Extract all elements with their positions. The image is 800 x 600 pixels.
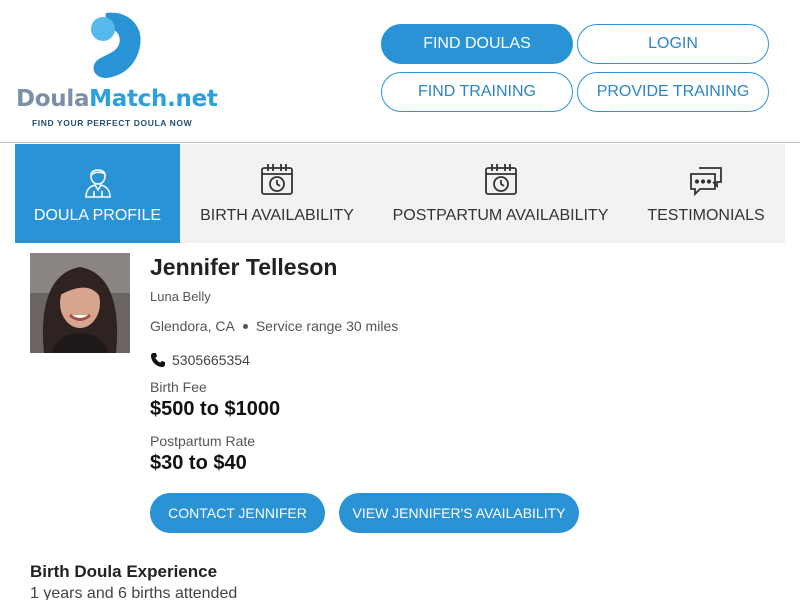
portrait-image (30, 253, 130, 353)
tab-testimonials[interactable]: TESTIMONIALS (627, 144, 785, 243)
postpartum-rate-label: Postpartum Rate (150, 433, 256, 449)
logo-tagline: FIND YOUR PERFECT DOULA NOW (32, 118, 193, 128)
separator-dot (242, 323, 248, 329)
find-training-button[interactable]: FIND TRAINING (381, 72, 573, 112)
experience-heading: Birth Doula Experience (30, 562, 218, 581)
profile-tabs: DOULA PROFILE BIRTH AVAILABILITY POSTPAR… (15, 144, 785, 243)
tab-postpartum-availability[interactable]: POSTPARTUM AVAILABILITY (374, 144, 627, 243)
tab-birth-availability[interactable]: BIRTH AVAILABILITY (180, 144, 374, 243)
chat-bubbles-icon (690, 167, 722, 197)
view-availability-button[interactable]: VIEW JENNIFER'S AVAILABILITY (339, 493, 579, 533)
birth-fee-label: Birth Fee (150, 379, 207, 395)
phone-number[interactable]: 5305665354 (172, 352, 250, 368)
tab-label: BIRTH AVAILABILITY (200, 207, 354, 224)
experience-text: 1 years and 6 births attended (30, 585, 238, 600)
logo-wordmark[interactable]: DoulaMatch.net (16, 86, 218, 112)
tab-label: TESTIMONIALS (647, 207, 765, 224)
birth-fee-value: $500 to $1000 (150, 398, 281, 420)
contact-jennifer-button[interactable]: CONTACT JENNIFER (150, 493, 325, 533)
provide-training-button[interactable]: PROVIDE TRAINING (577, 72, 769, 112)
location-text: Glendora, CA (150, 318, 235, 334)
phone-icon (151, 353, 165, 367)
service-range-text: Service range 30 miles (255, 318, 399, 334)
doula-name: Jennifer Telleson (150, 254, 338, 280)
doula-person-icon (84, 169, 111, 198)
postpartum-rate-value: $30 to $40 (150, 452, 247, 474)
phone-link[interactable]: 5305665354 (150, 352, 250, 368)
calendar-clock-icon (261, 164, 293, 195)
tab-label: POSTPARTUM AVAILABILITY (392, 207, 609, 224)
business-name: Luna Belly (150, 289, 211, 304)
login-button[interactable]: LOGIN (577, 24, 769, 64)
location-row: Glendora, CA Service range 30 miles (150, 318, 398, 334)
site-header: DoulaMatch.net FIND YOUR PERFECT DOULA N… (0, 0, 800, 143)
tab-doula-profile[interactable]: DOULA PROFILE (15, 144, 180, 243)
calendar-clock-icon (484, 164, 517, 195)
find-doulas-button[interactable]: FIND DOULAS (381, 24, 573, 64)
tab-label: DOULA PROFILE (33, 207, 162, 224)
doula-photo (30, 253, 130, 353)
logo-icon[interactable] (88, 12, 144, 80)
